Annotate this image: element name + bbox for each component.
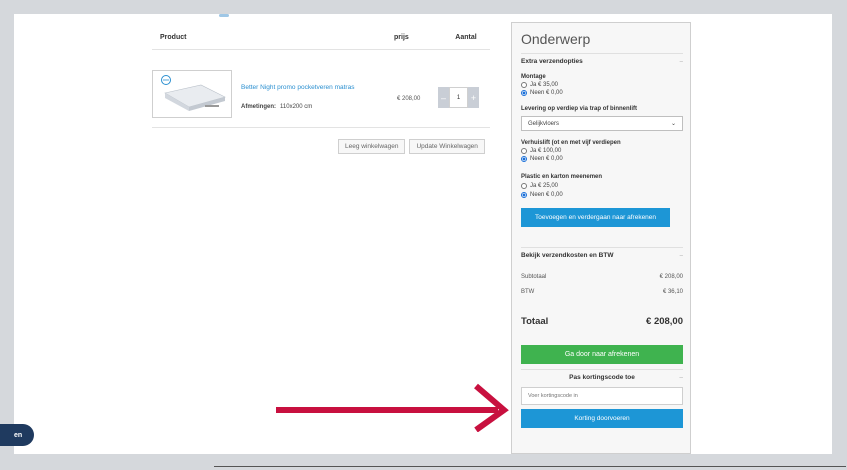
lift-yes-radio[interactable]: Ja € 100,00 — [521, 148, 561, 154]
total-value: € 208,00 — [646, 316, 683, 327]
delivery-selected: Gelijkvloers — [528, 120, 560, 127]
plastic-yes-radio[interactable]: Ja € 25,00 — [521, 183, 558, 189]
subtotal-line: Subtotaal € 208,00 — [521, 274, 683, 280]
update-cart-button[interactable]: Update Winkelwagen — [409, 139, 485, 154]
montage-yes-label: Ja € 35,00 — [530, 82, 559, 88]
chevron-down-icon: ⌄ — [670, 121, 676, 127]
lift-label: Verhuislift (ot en met vijf verdiepen — [521, 140, 621, 146]
header-price: prijs — [394, 34, 409, 41]
plastic-yes-label: Ja € 25,00 — [530, 183, 559, 189]
radio-checked-icon — [521, 192, 527, 198]
apply-coupon-button[interactable]: Korting doorvoeren — [521, 409, 683, 428]
mattress-icon — [161, 75, 226, 111]
radio-icon — [521, 148, 527, 154]
total-line: Totaal € 208,00 — [521, 316, 683, 327]
delivery-label: Levering op verdiep via trap of binnenli… — [521, 106, 638, 112]
extra-shipping-label: Extra verzendopties — [521, 58, 583, 65]
collapse-icon: – — [679, 374, 683, 381]
total-label: Totaal — [521, 316, 549, 327]
arrow-right-icon — [276, 383, 509, 432]
vat-label: BTW — [521, 289, 535, 295]
cart-actions: Leeg winkelwagen Update Winkelwagen — [338, 139, 485, 154]
increase-button[interactable]: + — [468, 87, 479, 108]
quantity-input[interactable]: 1 — [449, 87, 468, 108]
montage-no-label: Neen € 0,00 — [530, 90, 563, 96]
radio-checked-icon — [521, 156, 527, 162]
montage-no-radio[interactable]: Neen € 0,00 — [521, 90, 563, 96]
cart-header: Product prijs Aantal — [152, 26, 490, 50]
coupon-heading[interactable]: Pas kortingscode toe – — [521, 369, 683, 385]
lift-no-radio[interactable]: Neen € 0,00 — [521, 156, 563, 162]
extra-shipping-heading[interactable]: Extra verzendopties – — [521, 53, 683, 69]
table-row: Better Night promo pocketveren matras Af… — [152, 50, 490, 128]
product-price: € 208,00 — [397, 96, 421, 102]
collapse-icon: – — [679, 58, 683, 65]
vat-value: € 36,10 — [662, 289, 683, 295]
shipping-heading[interactable]: Bekijk verzendkosten en BTW – — [521, 247, 683, 263]
empty-cart-button[interactable]: Leeg winkelwagen — [338, 139, 406, 154]
header-quantity: Aantal — [455, 34, 477, 41]
shipping-heading-label: Bekijk verzendkosten en BTW — [521, 252, 614, 259]
subtotal-label: Subtotaal — [521, 274, 547, 280]
product-image[interactable] — [152, 70, 232, 118]
montage-yes-radio[interactable]: Ja € 35,00 — [521, 82, 558, 88]
page: Product prijs Aantal Better Night promo … — [14, 14, 846, 467]
plastic-no-label: Neen € 0,00 — [530, 192, 563, 198]
attribute-value: 110x200 cm — [280, 104, 313, 110]
coupon-heading-label: Pas kortingscode toe — [569, 374, 635, 381]
collapse-icon: – — [679, 252, 683, 259]
add-and-continue-button[interactable]: Toevoegen en verdergaan naar afrekenen — [521, 208, 670, 227]
divider — [214, 466, 846, 467]
quantity-stepper: – 1 + — [438, 87, 479, 108]
order-sidebar: Onderwerp Extra verzendopties – Montage … — [511, 22, 691, 454]
radio-icon — [521, 82, 527, 88]
plastic-no-radio[interactable]: Neen € 0,00 — [521, 192, 563, 198]
subtotal-value: € 208,00 — [659, 274, 683, 280]
decoration — [219, 14, 229, 17]
lift-no-label: Neen € 0,00 — [530, 156, 563, 162]
checkout-button[interactable]: Ga door naar afrekenen — [521, 345, 683, 364]
coupon-input[interactable] — [521, 387, 683, 405]
cart-table: Product prijs Aantal Better Night promo … — [152, 26, 490, 128]
lift-yes-label: Ja € 100,00 — [530, 148, 562, 154]
sidebar-title: Onderwerp — [521, 31, 591, 47]
montage-label: Montage — [521, 74, 546, 80]
header-product: Product — [160, 34, 187, 41]
decrease-button[interactable]: – — [438, 87, 449, 108]
plastic-label: Plastic en karton meenemen — [521, 174, 603, 180]
delivery-select[interactable]: Gelijkvloers ⌄ — [521, 116, 683, 131]
chat-button[interactable]: en — [0, 424, 34, 446]
product-attribute: Afmetingen: 110x200 cm — [241, 104, 312, 110]
attribute-label: Afmetingen: — [241, 104, 276, 110]
radio-checked-icon — [521, 90, 527, 96]
product-link[interactable]: Better Night promo pocketveren matras — [241, 84, 354, 91]
vat-line: BTW € 36,10 — [521, 289, 683, 295]
radio-icon — [521, 183, 527, 189]
